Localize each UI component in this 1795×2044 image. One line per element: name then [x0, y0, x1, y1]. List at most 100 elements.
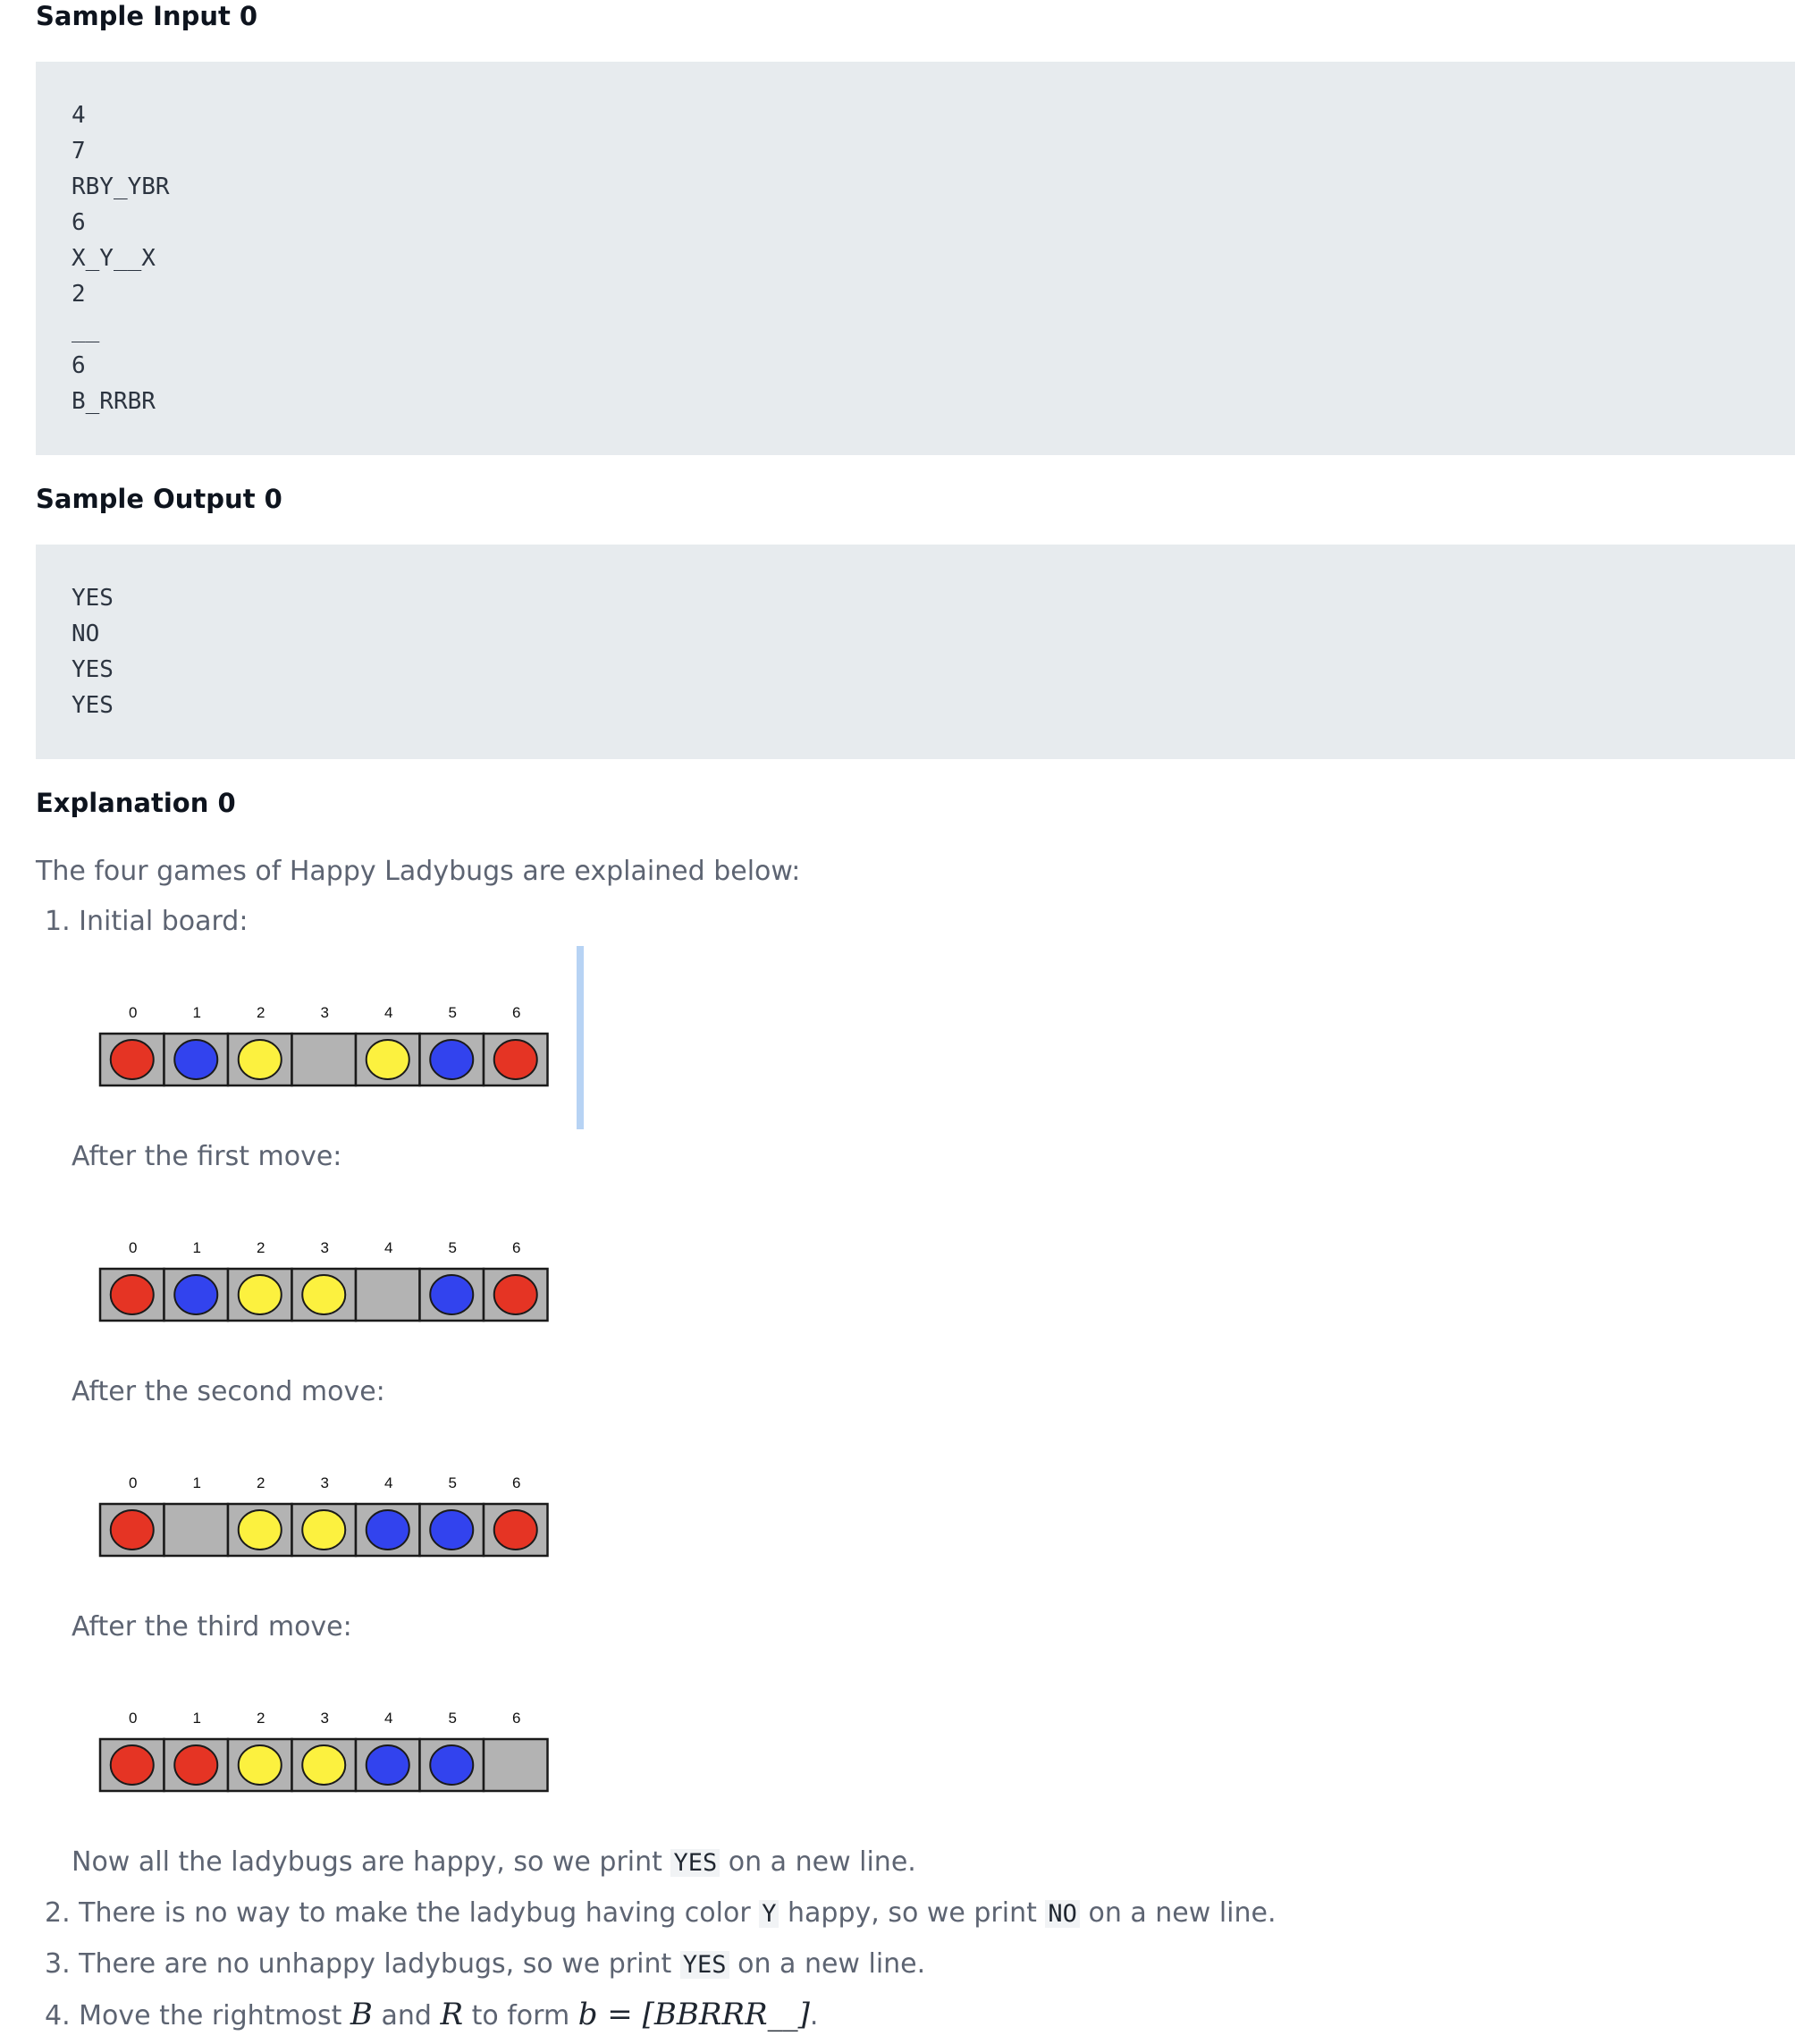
- ladybug-Y: [237, 1039, 282, 1080]
- text-segment: .: [809, 2000, 819, 2031]
- output-line: YES: [72, 656, 114, 683]
- input-line: 6: [72, 352, 86, 379]
- list-number: 4.: [45, 2000, 71, 2031]
- ladybug-B: [429, 1039, 475, 1080]
- input-line: 6: [72, 209, 86, 236]
- cell-index-label: 0: [129, 1710, 137, 1727]
- text-segment: on a new line.: [720, 1846, 916, 1878]
- code-no: NO: [1045, 1900, 1080, 1928]
- board-cell: [291, 1032, 358, 1087]
- list-item-4: 4. Move the rightmost B and R to form b …: [45, 1997, 818, 2034]
- math-bracket: ]: [797, 1997, 810, 2032]
- output-line: YES: [72, 692, 114, 719]
- text-segment: happy, so we print: [779, 1897, 1046, 1929]
- code-y: Y: [759, 1900, 780, 1928]
- code-yes: YES: [670, 1849, 721, 1877]
- sample-input-heading: Sample Input 0: [36, 1, 258, 31]
- code-yes: YES: [679, 1951, 729, 1979]
- text-segment: There are no unhappy ladybugs, so we pri…: [79, 1948, 680, 1980]
- cell-index-label: 1: [193, 1710, 201, 1727]
- math-equals: = [: [597, 1997, 654, 2032]
- sample-input-block: 4 7 RBY_YBR 6 X_Y__X 2 __ 6 B_RRBR: [36, 62, 1795, 455]
- ladybug-R: [109, 1039, 155, 1080]
- ladybug-R: [109, 1744, 155, 1786]
- math-b-lower: b: [577, 1997, 598, 2032]
- text-segment: to form: [463, 2000, 578, 2031]
- sample-output-block: YES NO YES YES: [36, 545, 1795, 759]
- cell-index-label: 0: [129, 1004, 137, 1021]
- board-cell: [163, 1502, 230, 1558]
- cell-index-label: 3: [321, 1474, 329, 1491]
- input-line: __: [72, 317, 100, 343]
- caption-third-move: After the third move:: [72, 1611, 352, 1643]
- text-segment: and: [372, 2000, 441, 2031]
- board-cell: [482, 1737, 549, 1793]
- list-number: 1.: [45, 906, 71, 937]
- cell-index-label: 1: [193, 1239, 201, 1256]
- output-line: NO: [72, 621, 100, 647]
- list-number: 2.: [45, 1897, 71, 1929]
- cell-index-label: 3: [321, 1239, 329, 1256]
- math-b-upper: B: [350, 1997, 373, 2032]
- ladybug-B: [173, 1039, 219, 1080]
- ladybug-board-second-move: 0 1 2 3 4 5 6: [98, 1474, 549, 1558]
- ladybug-Y: [301, 1509, 347, 1550]
- list-item-1: 1. Initial board:: [45, 904, 248, 940]
- ladybug-board-initial: 0 1 2 3 4 5 6: [98, 1004, 549, 1087]
- cell-index-label: 2: [257, 1004, 265, 1021]
- caption-first-move: After the first move:: [72, 1141, 342, 1172]
- caption-second-move: After the second move:: [72, 1376, 385, 1407]
- text-segment: Now all the ladybugs are happy, so we pr…: [72, 1846, 671, 1878]
- cell-index-label: 6: [512, 1239, 520, 1256]
- ladybug-R: [493, 1039, 538, 1080]
- ladybug-board-third-move: 0 1 2 3 4 5 6: [98, 1710, 549, 1793]
- cell-index-label: 6: [512, 1474, 520, 1491]
- ladybug-R: [173, 1744, 219, 1786]
- ladybug-Y: [301, 1274, 347, 1315]
- ladybug-Y: [237, 1744, 282, 1786]
- cell-index-label: 4: [384, 1004, 392, 1021]
- ladybug-board-first-move: 0 1 2 3 4 5 6: [98, 1239, 549, 1322]
- list-text: Initial board:: [79, 906, 249, 937]
- cell-index-label: 3: [321, 1710, 329, 1727]
- ladybug-B: [365, 1744, 410, 1786]
- input-line: 7: [72, 138, 86, 165]
- ladybug-Y: [301, 1744, 347, 1786]
- input-line: RBY_YBR: [72, 173, 170, 200]
- ladybug-B: [173, 1274, 219, 1315]
- cell-index-label: 6: [512, 1710, 520, 1727]
- ladybug-Y: [237, 1509, 282, 1550]
- list-item-3: 3. There are no unhappy ladybugs, so we …: [45, 1947, 925, 1983]
- cell-index-label: 2: [257, 1474, 265, 1491]
- math-r-upper: R: [440, 1997, 464, 2032]
- cell-index-label: 5: [449, 1474, 457, 1491]
- cell-index-label: 4: [384, 1710, 392, 1727]
- cell-index-label: 5: [449, 1004, 457, 1021]
- cell-index-label: 5: [449, 1239, 457, 1256]
- ladybug-Y: [237, 1274, 282, 1315]
- ladybug-R: [493, 1274, 538, 1315]
- ladybug-Y: [365, 1039, 410, 1080]
- explanation-heading: Explanation 0: [36, 788, 236, 818]
- sample-output-heading: Sample Output 0: [36, 484, 282, 514]
- input-line: 2: [72, 281, 86, 308]
- cell-index-label: 1: [193, 1004, 201, 1021]
- ladybug-R: [493, 1509, 538, 1550]
- cell-index-label: 4: [384, 1474, 392, 1491]
- ladybug-B: [365, 1509, 410, 1550]
- cell-index-label: 0: [129, 1239, 137, 1256]
- list-number: 3.: [45, 1948, 71, 1980]
- cell-index-label: 5: [449, 1710, 457, 1727]
- text-segment: on a new line.: [1079, 1897, 1277, 1929]
- ladybug-R: [109, 1274, 155, 1315]
- math-board-string: BBRRR__: [653, 1997, 798, 2032]
- ladybug-B: [429, 1274, 475, 1315]
- cell-index-label: 2: [257, 1239, 265, 1256]
- cell-index-label: 1: [193, 1474, 201, 1491]
- output-line: YES: [72, 585, 114, 612]
- cell-index-label: 6: [512, 1004, 520, 1021]
- text-segment: on a new line.: [729, 1948, 926, 1980]
- input-line: 4: [72, 102, 86, 129]
- cell-index-label: 4: [384, 1239, 392, 1256]
- ladybug-B: [429, 1509, 475, 1550]
